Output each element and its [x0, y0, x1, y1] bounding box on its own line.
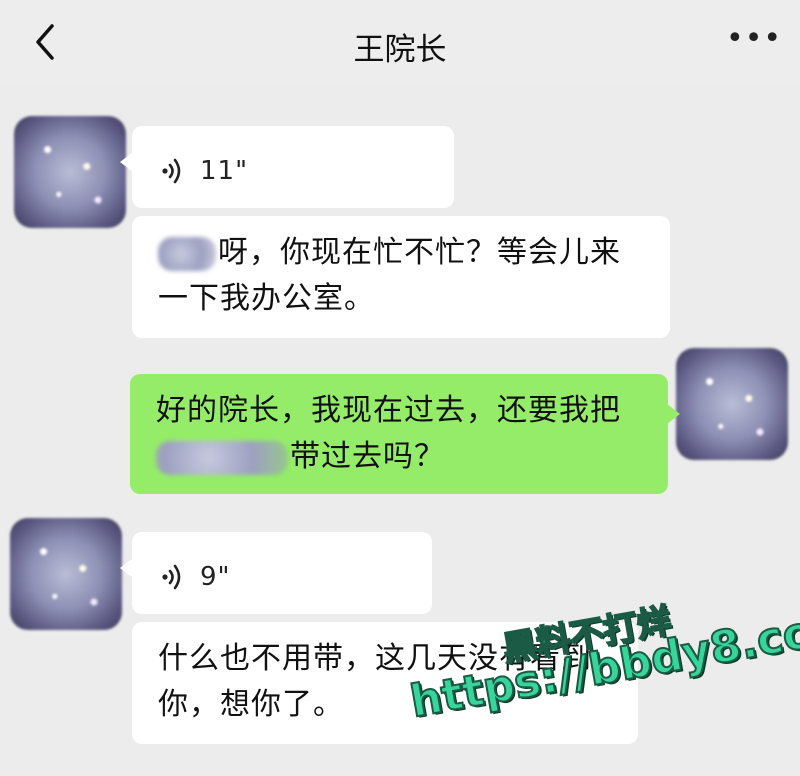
voice-player: 11" [160, 148, 248, 194]
voice-duration: 11" [200, 156, 249, 186]
voice-message-4[interactable]: 9" [120, 532, 432, 614]
text-message-2[interactable]: 呀，你现在忙不忙？等会儿来 一下我办公室。 [132, 216, 670, 338]
redaction-blur [158, 236, 216, 271]
avatar-other[interactable] [14, 116, 126, 228]
voice-message-1[interactable]: 11" [120, 126, 454, 208]
avatar-other[interactable] [10, 518, 122, 630]
text-message-3[interactable]: 好的院长，我现在过去，还要我把 带过去吗？ [130, 374, 680, 494]
redaction-blur [156, 440, 288, 475]
message-line: 带过去吗？ [156, 434, 642, 480]
message-line: 好的院长，我现在过去，还要我把 [156, 393, 621, 428]
voice-wave-icon [162, 158, 181, 184]
avatar-self[interactable] [676, 348, 788, 460]
chat-title: 王院长 [353, 32, 447, 68]
message-line: 一下我办公室。 [158, 281, 375, 316]
voice-duration: 9" [200, 562, 231, 592]
chat-header: 王院长 ••• [0, 0, 800, 84]
message-line: 呀，你现在忙不忙？等会儿来 [158, 230, 644, 276]
voice-player: 9" [160, 554, 231, 600]
voice-wave-icon [162, 564, 181, 590]
more-options-button[interactable]: ••• [726, 24, 781, 54]
